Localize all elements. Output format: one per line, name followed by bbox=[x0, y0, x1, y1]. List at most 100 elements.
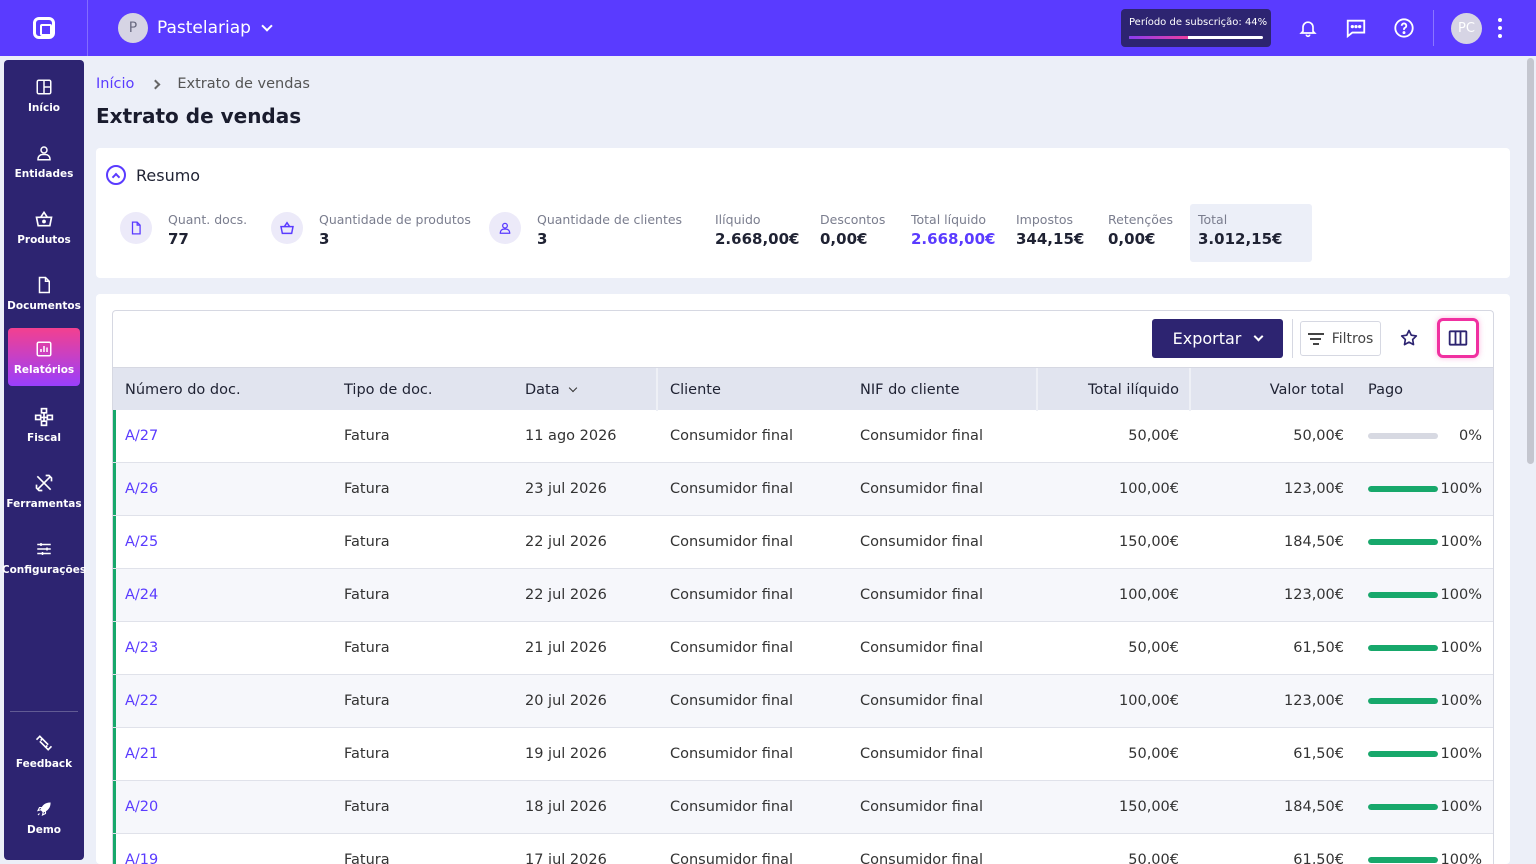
column-header-date[interactable]: Data bbox=[525, 368, 577, 411]
table-row[interactable]: A/21 Fatura 19 jul 2026 Consumidor final Con… bbox=[113, 728, 1493, 781]
column-header-doc-number[interactable]: Número do doc. bbox=[125, 368, 241, 411]
filters-button[interactable]: Filtros bbox=[1300, 321, 1381, 356]
stat-value: 0,00€ bbox=[1108, 230, 1156, 248]
user-icon bbox=[489, 212, 521, 244]
client-cell: Consumidor final bbox=[670, 428, 793, 444]
doc-number-link[interactable]: A/23 bbox=[125, 622, 158, 674]
paid-progress-fill bbox=[1368, 857, 1438, 863]
doc-type-cell: Fatura bbox=[344, 640, 390, 656]
notifications-button[interactable] bbox=[1294, 14, 1322, 42]
client-cell: Consumidor final bbox=[670, 799, 793, 815]
columns-button[interactable] bbox=[1437, 318, 1479, 358]
client-cell: Consumidor final bbox=[670, 481, 793, 497]
subscription-period[interactable]: Período de subscrição: 44% bbox=[1121, 9, 1271, 47]
paid-progress-bar bbox=[1368, 857, 1438, 863]
column-header-doc-type[interactable]: Tipo de doc. bbox=[344, 368, 433, 411]
stat-value: 2.668,00€ bbox=[715, 230, 800, 248]
doc-number-link[interactable]: A/22 bbox=[125, 675, 158, 727]
paid-progress-fill bbox=[1368, 804, 1438, 810]
table-row[interactable]: A/20 Fatura 18 jul 2026 Consumidor final Con… bbox=[113, 781, 1493, 834]
client-cell: Consumidor final bbox=[670, 852, 793, 864]
rocket-icon bbox=[33, 798, 55, 820]
chevron-right-icon bbox=[150, 79, 161, 89]
summary-toggle[interactable]: Resumo bbox=[106, 165, 200, 185]
stat-label: Quantidade de produtos bbox=[319, 212, 471, 227]
paid-progress-bar bbox=[1368, 751, 1438, 757]
doc-number-link[interactable]: A/19 bbox=[125, 834, 158, 864]
client-nif-cell: Consumidor final bbox=[860, 852, 983, 864]
column-header-client-nif[interactable]: NIF do cliente bbox=[860, 368, 960, 411]
doc-type-cell: Fatura bbox=[344, 534, 390, 550]
sidebar-item-entidades[interactable]: Entidades bbox=[8, 132, 80, 190]
stat-label: Impostos bbox=[1016, 212, 1074, 227]
sidebar-item-produtos[interactable]: Produtos bbox=[8, 198, 80, 256]
paid-progress-fill bbox=[1368, 698, 1438, 704]
stat-label: Retenções bbox=[1108, 212, 1174, 227]
doc-type-cell: Fatura bbox=[344, 693, 390, 709]
table-row[interactable]: A/23 Fatura 21 jul 2026 Consumidor final Con… bbox=[113, 622, 1493, 675]
breadcrumb-home-link[interactable]: Início bbox=[96, 76, 134, 92]
client-nif-cell: Consumidor final bbox=[860, 799, 983, 815]
column-header-client[interactable]: Cliente bbox=[670, 368, 721, 411]
bell-icon bbox=[1299, 21, 1317, 38]
column-header-paid[interactable]: Pago bbox=[1368, 368, 1403, 411]
sidebar-item-label: Demo bbox=[27, 824, 61, 836]
table-row[interactable]: A/19 Fatura 17 jul 2026 Consumidor final Con… bbox=[113, 834, 1493, 864]
sidebar-item-demo[interactable]: Demo bbox=[8, 788, 80, 846]
fiscal-icon bbox=[33, 406, 55, 428]
help-button[interactable] bbox=[1390, 14, 1418, 42]
stat-value: 77 bbox=[168, 230, 189, 248]
doc-number-link[interactable]: A/25 bbox=[125, 516, 158, 568]
net-total-cell: 100,00€ bbox=[1119, 587, 1179, 603]
user-avatar[interactable]: PC bbox=[1451, 13, 1482, 44]
favorite-button[interactable] bbox=[1396, 325, 1422, 351]
sidebar-item-relatorios[interactable]: Relatórios bbox=[8, 328, 80, 386]
client-nif-cell: Consumidor final bbox=[860, 746, 983, 762]
sidebar-item-fiscal[interactable]: Fiscal bbox=[8, 396, 80, 454]
sidebar-item-feedback[interactable]: Feedback bbox=[8, 722, 80, 780]
net-total-cell: 150,00€ bbox=[1119, 799, 1179, 815]
paid-progress-bar bbox=[1368, 804, 1438, 810]
doc-number-link[interactable]: A/20 bbox=[125, 781, 158, 833]
table-row[interactable]: A/24 Fatura 22 jul 2026 Consumidor final Con… bbox=[113, 569, 1493, 622]
stat-withholdings: Retenções 0,00€ bbox=[1108, 212, 1173, 248]
table-row[interactable]: A/27 Fatura 11 ago 2026 Consumidor final Con… bbox=[113, 410, 1493, 463]
net-total-cell: 100,00€ bbox=[1119, 693, 1179, 709]
paid-progress-bar bbox=[1368, 539, 1438, 545]
sidebar-item-documentos[interactable]: Documentos bbox=[7, 264, 81, 322]
net-total-cell: 50,00€ bbox=[1128, 746, 1179, 762]
total-value-cell: 184,50€ bbox=[1284, 799, 1344, 815]
doc-number-link[interactable]: A/21 bbox=[125, 728, 158, 780]
sidebar-item-label: Entidades bbox=[14, 168, 74, 180]
more-menu-icon[interactable] bbox=[1496, 18, 1504, 38]
logo-icon bbox=[32, 17, 55, 39]
app-logo[interactable] bbox=[0, 0, 88, 56]
sidebar-item-inicio[interactable]: Início bbox=[8, 66, 80, 124]
total-value-cell: 61,50€ bbox=[1293, 746, 1344, 762]
filters-button-label: Filtros bbox=[1331, 330, 1374, 347]
sidebar-item-configuracoes[interactable]: Configurações bbox=[2, 528, 86, 586]
subscription-progress-fill bbox=[1129, 36, 1188, 39]
company-switcher[interactable]: P Pastelariap bbox=[118, 13, 273, 43]
stat-clients-count: Quantidade de clientes 3 bbox=[537, 212, 682, 248]
paid-percent: 100% bbox=[1440, 534, 1482, 550]
messages-button[interactable] bbox=[1342, 14, 1370, 42]
column-header-total-value[interactable]: Valor total bbox=[1203, 368, 1344, 411]
export-button[interactable]: Exportar bbox=[1152, 319, 1283, 358]
stat-label: Ilíquido bbox=[715, 212, 761, 227]
sidebar-item-ferramentas[interactable]: Ferramentas bbox=[6, 462, 82, 520]
paid-percent: 100% bbox=[1440, 746, 1482, 762]
date-cell: 17 jul 2026 bbox=[525, 852, 607, 864]
table-row[interactable]: A/22 Fatura 20 jul 2026 Consumidor final Con… bbox=[113, 675, 1493, 728]
stat-docs-count: Quant. docs. 77 bbox=[168, 212, 247, 248]
user-icon bbox=[33, 142, 55, 164]
doc-number-link[interactable]: A/26 bbox=[125, 463, 158, 515]
page-scrollbar[interactable] bbox=[1527, 58, 1534, 464]
doc-number-link[interactable]: A/27 bbox=[125, 410, 158, 462]
doc-number-link[interactable]: A/24 bbox=[125, 569, 158, 621]
client-nif-cell: Consumidor final bbox=[860, 481, 983, 497]
date-cell: 18 jul 2026 bbox=[525, 799, 607, 815]
column-header-net-total[interactable]: Total ilíquido bbox=[1051, 368, 1179, 411]
table-row[interactable]: A/26 Fatura 23 jul 2026 Consumidor final Con… bbox=[113, 463, 1493, 516]
table-row[interactable]: A/25 Fatura 22 jul 2026 Consumidor final Con… bbox=[113, 516, 1493, 569]
